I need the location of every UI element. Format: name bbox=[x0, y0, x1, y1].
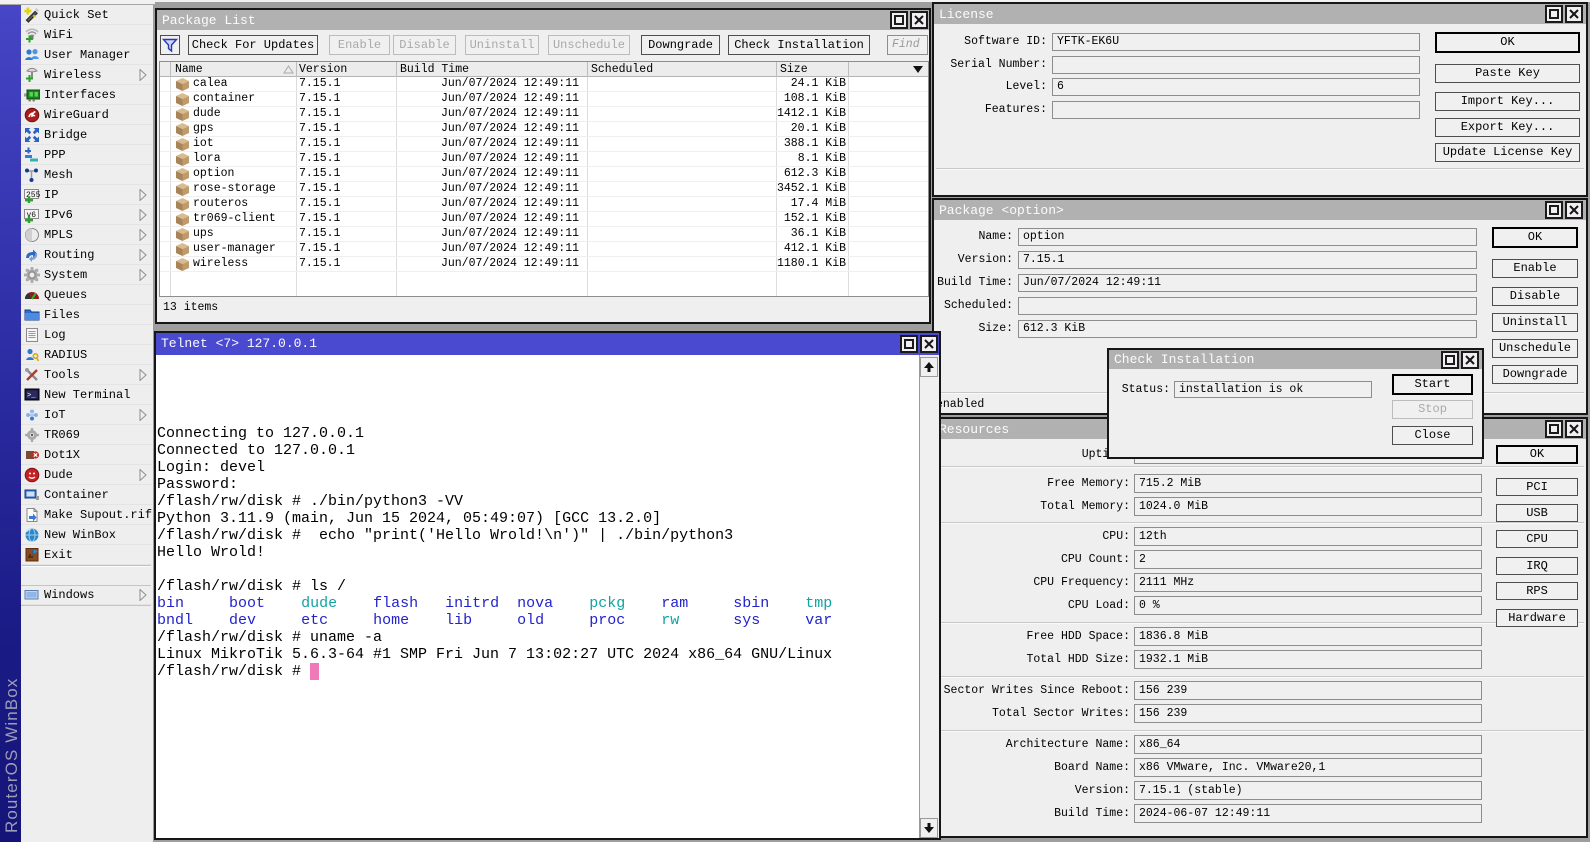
svg-text:>_: >_ bbox=[27, 392, 36, 400]
